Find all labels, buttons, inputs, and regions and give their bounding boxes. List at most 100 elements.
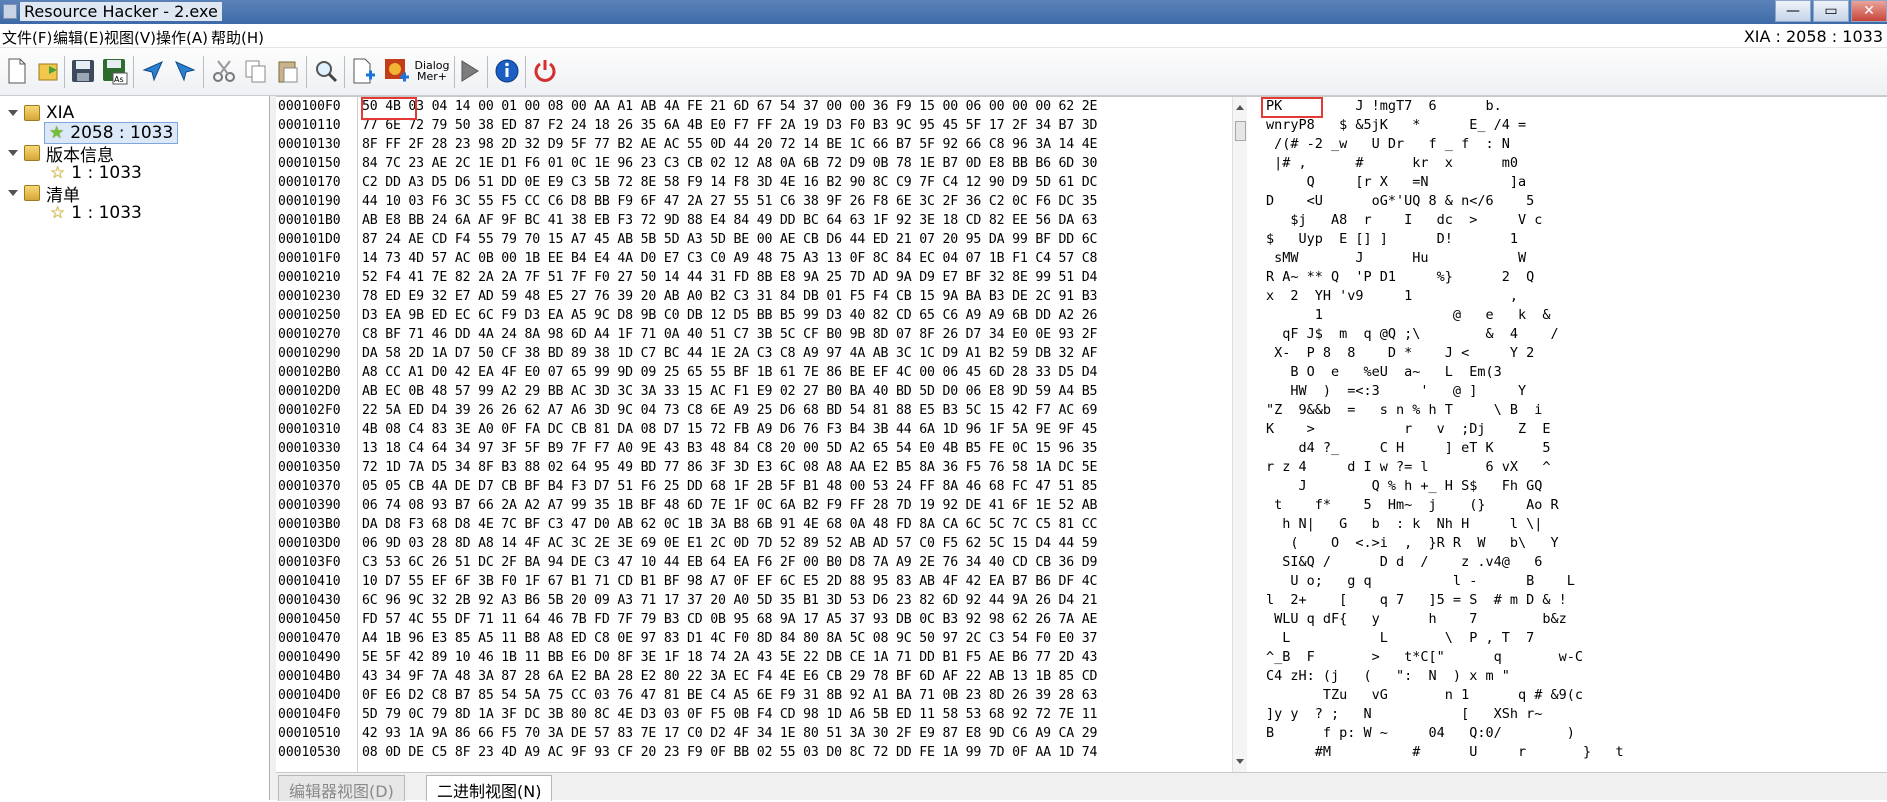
ascii-row: X- P 8 8 D * J < Y 2 — [1266, 345, 1535, 361]
hex-offset: 00010170 — [278, 175, 341, 190]
hex-row: 4B 08 C4 83 3E A0 0F FA DC CB 81 DA 08 D… — [362, 422, 1098, 437]
hex-scrollbar[interactable] — [1232, 97, 1247, 772]
hex-row: A8 CC A1 D0 42 EA 4F E0 07 65 99 9D 09 2… — [362, 365, 1098, 380]
add-image-icon[interactable] — [380, 54, 414, 88]
cut-icon[interactable] — [207, 54, 241, 88]
hex-offset: 00010290 — [278, 346, 341, 361]
run-script-icon[interactable] — [452, 54, 486, 88]
hex-bytes-column[interactable]: 50 4B 03 04 14 00 01 00 08 00 AA A1 AB 4… — [358, 97, 1118, 772]
hex-offset: 000103D0 — [278, 536, 341, 551]
ascii-row: ^_B F > t*C[" q w-C — [1266, 649, 1583, 665]
ascii-row: HW ) =<:3 ' @ ] Y — [1266, 383, 1527, 399]
tab-binary-view[interactable]: 二进制视图(N) — [426, 775, 553, 801]
dialog-menu-icon[interactable]: Dialog Mer+ — [412, 54, 452, 88]
tree-node-manifest[interactable]: 清单 — [8, 182, 80, 206]
hex-offset: 00010430 — [278, 593, 341, 608]
exit-power-icon[interactable] — [528, 54, 562, 88]
tab-editor-view[interactable]: 编辑器视图(D) — [278, 775, 405, 801]
hex-offset: 000100F0 — [278, 99, 341, 114]
ascii-row: ( O <.>i , }R R W b\ Y — [1266, 535, 1559, 551]
hex-row: A4 1B 96 E3 85 A5 11 B8 A8 ED C8 0E 97 8… — [362, 631, 1098, 646]
menu-action[interactable]: 操作(A) — [156, 27, 208, 48]
tree-label: XIA — [46, 103, 75, 123]
hex-offset: 00010390 — [278, 498, 341, 513]
hex-row: 08 0D DE C5 8F 23 4D A9 AC 9F 93 CF 20 2… — [362, 745, 1098, 760]
scroll-up-arrow-icon[interactable] — [1236, 105, 1244, 110]
ascii-row: l 2+ [ q 7 ]5 = S # m D & ! — [1266, 592, 1567, 608]
ascii-row: $ Uyp E [] ] D! 1 — [1266, 231, 1518, 247]
hex-offset: 00010250 — [278, 308, 341, 323]
search-icon[interactable] — [309, 54, 343, 88]
hex-offset: 000102F0 — [278, 403, 341, 418]
resource-tree: XIA ★ 2058 : 1033 版本信息 ☆ 1 : 1033 清单 ☆ 1… — [0, 96, 270, 800]
collapse-arrow-icon[interactable] — [8, 150, 18, 156]
open-file-icon[interactable] — [32, 54, 66, 88]
ascii-row: wnryP8 $ &5jK * E_ /4 = — [1266, 117, 1527, 133]
tree-node-manifest-1033[interactable]: ☆ 1 : 1033 — [50, 202, 142, 224]
hex-offset: 00010150 — [278, 156, 341, 171]
menu-view[interactable]: 视图(V) — [104, 27, 156, 48]
save-icon[interactable] — [66, 54, 100, 88]
ascii-row: $j A8 r I dc > V c — [1266, 212, 1543, 228]
hex-offset: 000102B0 — [278, 365, 341, 380]
collapse-arrow-icon[interactable] — [8, 190, 18, 196]
ascii-row: x 2 YH 'v9 1 , — [1266, 288, 1518, 304]
resource-status: XIA : 2058 : 1033 — [1743, 27, 1883, 46]
collapse-arrow-icon[interactable] — [8, 110, 18, 116]
hex-offset: 00010330 — [278, 441, 341, 456]
tree-node-version-info[interactable]: 版本信息 — [8, 142, 114, 166]
close-button[interactable]: ✕ — [1851, 0, 1887, 22]
hex-row: 06 9D 03 28 8D A8 14 4F AC 3C 2E 3E 69 0… — [362, 536, 1098, 551]
new-file-icon[interactable] — [0, 54, 34, 88]
hex-offset: 000104D0 — [278, 688, 341, 703]
ascii-row: R A~ ** Q 'P D1 %} 2 Q — [1266, 269, 1535, 285]
maximize-button[interactable]: ▭ — [1813, 0, 1849, 22]
minimize-button[interactable]: — — [1775, 0, 1811, 22]
tree-label: 1 : 1033 — [71, 163, 142, 183]
hex-offset: 00010470 — [278, 631, 341, 646]
scroll-thumb[interactable] — [1235, 121, 1246, 141]
ascii-row: C4 zH: (j ( ": N ) x m " — [1266, 668, 1510, 684]
hex-offset: 000102D0 — [278, 384, 341, 399]
hex-offset: 00010210 — [278, 270, 341, 285]
hex-row: DA 58 2D 1A D7 50 CF 38 BD 89 38 1D C7 B… — [362, 346, 1098, 361]
hex-row: 5D 79 0C 79 8D 1A 3F DC 3B 80 8C 4E D3 0… — [362, 707, 1098, 722]
title-bar: Resource Hacker - 2.exe — ▭ ✕ — [0, 0, 1887, 24]
app-icon — [3, 4, 17, 19]
menu-edit[interactable]: 编辑(E) — [53, 27, 104, 48]
copy-icon[interactable] — [239, 54, 273, 88]
ascii-row: SI&Q / D d / z .v4@ 6 — [1266, 554, 1543, 570]
scroll-down-arrow-icon[interactable] — [1236, 759, 1244, 764]
add-resource-icon[interactable] — [347, 54, 381, 88]
star-icon: ☆ — [50, 203, 66, 223]
paste-icon[interactable] — [271, 54, 305, 88]
ascii-row: U o; g q l - B L — [1266, 573, 1575, 589]
hex-row: AB E8 BB 24 6A AF 9F BC 41 38 EB F3 72 9… — [362, 213, 1098, 228]
save-as-icon[interactable]: As — [98, 54, 132, 88]
hex-offset: 00010130 — [278, 137, 341, 152]
info-icon[interactable] — [490, 54, 524, 88]
hex-row: 8F FF 2F 28 23 98 2D 32 D9 5F 77 B2 AE A… — [362, 137, 1098, 152]
hex-row: 6C 96 9C 32 2B 92 A3 B6 5B 20 09 A3 71 1… — [362, 593, 1098, 608]
tree-node-xia[interactable]: XIA — [8, 102, 74, 124]
ascii-row: B O e %eU a~ L Em(3 — [1266, 364, 1502, 380]
back-icon[interactable] — [136, 54, 170, 88]
view-tabs: 编辑器视图(D) 二进制视图(N) — [276, 772, 1887, 801]
hex-row: C8 BF 71 46 DD 4A 24 8A 98 6D A4 1F 71 0… — [362, 327, 1098, 342]
hex-offset: 00010510 — [278, 726, 341, 741]
highlight-box-hex-pk — [361, 97, 417, 120]
menu-help[interactable]: 帮助(H) — [211, 27, 264, 48]
folder-icon — [24, 185, 40, 201]
window-controls: — ▭ ✕ — [1773, 0, 1887, 22]
hex-offset: 00010530 — [278, 745, 341, 760]
hex-row: 10 D7 55 EF 6F 3B F0 1F 67 B1 71 CD B1 B… — [362, 574, 1098, 589]
hex-row: 84 7C 23 AE 2C 1E D1 F6 01 0C 1E 96 23 C… — [362, 156, 1098, 171]
ascii-column[interactable]: PK J !mgT7 6 b. wnryP8 $ &5jK * E_ /4 = /… — [1258, 97, 1878, 772]
forward-icon[interactable] — [168, 54, 202, 88]
ascii-row: 1 @ e k & — [1266, 307, 1551, 323]
hex-offset: 000103F0 — [278, 555, 341, 570]
hex-row: DA D8 F3 68 D8 4E 7C BF C3 47 D0 AB 62 0… — [362, 517, 1098, 532]
menu-file[interactable]: 文件(F) — [2, 27, 52, 48]
ascii-row: WLU q dF{ y h 7 b&z — [1266, 611, 1567, 627]
hex-offset: 000101D0 — [278, 232, 341, 247]
